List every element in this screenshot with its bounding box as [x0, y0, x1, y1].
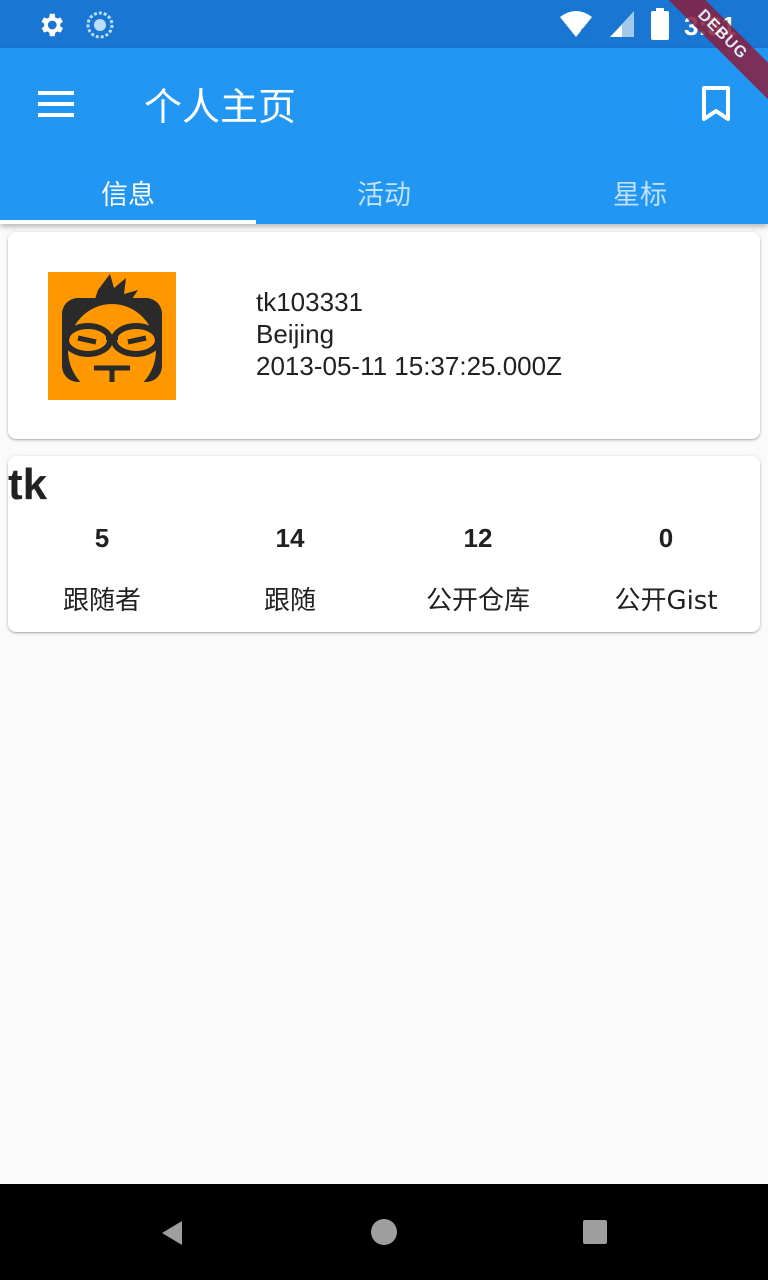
created-at: 2013-05-11 15:37:25.000Z [256, 351, 562, 381]
gear-icon [36, 10, 66, 44]
sync-icon [86, 11, 114, 43]
battery-icon [650, 8, 670, 44]
username: tk103331 [256, 287, 363, 317]
profile-card: tk103331 Beijing 2013-05-11 15:37:25.000… [8, 232, 760, 439]
location: Beijing [256, 319, 335, 349]
stat-following[interactable]: 14 跟随 [196, 518, 384, 617]
recents-icon[interactable] [583, 1220, 607, 1244]
app-bar: 个人主页 信息 活动 星标 [0, 48, 768, 224]
home-icon[interactable] [371, 1219, 397, 1245]
stat-public-gists[interactable]: 0 公开Gist [572, 518, 760, 617]
stats-row: 5 跟随者 14 跟随 12 公开仓库 0 公开Gist [8, 518, 760, 617]
avatar [48, 272, 176, 400]
back-icon[interactable] [160, 1220, 184, 1246]
bookmark-icon [702, 86, 730, 121]
stats-card: tk 5 跟随者 14 跟随 12 公开仓库 0 公开Gist [8, 456, 760, 632]
stat-count: 12 [463, 523, 493, 553]
stat-label: 跟随 [263, 586, 316, 616]
status-bar: 3:31 [0, 0, 768, 48]
stat-label: 公开仓库 [425, 586, 530, 616]
stat-label: 跟随者 [62, 586, 141, 616]
profile-info: tk103331 Beijing 2013-05-11 15:37:25.000… [256, 286, 562, 382]
stat-count: 0 [658, 523, 674, 553]
stat-label: 公开Gist [614, 586, 718, 616]
menu-icon [38, 91, 74, 117]
tab-bar: 信息 活动 星标 [0, 160, 768, 224]
tab-info[interactable]: 信息 [0, 160, 256, 224]
signal-icon [608, 9, 636, 43]
menu-button[interactable] [24, 72, 88, 136]
stat-followers[interactable]: 5 跟随者 [8, 518, 196, 617]
bookmark-button[interactable] [684, 72, 748, 136]
stat-public-repos[interactable]: 12 公开仓库 [384, 518, 572, 617]
tab-starred[interactable]: 星标 [512, 160, 768, 224]
stat-count: 14 [275, 523, 305, 553]
stat-count: 5 [94, 523, 110, 553]
page-title: 个人主页 [144, 85, 297, 129]
display-name: tk [8, 460, 48, 509]
wifi-icon [558, 9, 594, 43]
tab-activity[interactable]: 活动 [256, 160, 512, 224]
system-nav-bar [0, 1184, 768, 1280]
